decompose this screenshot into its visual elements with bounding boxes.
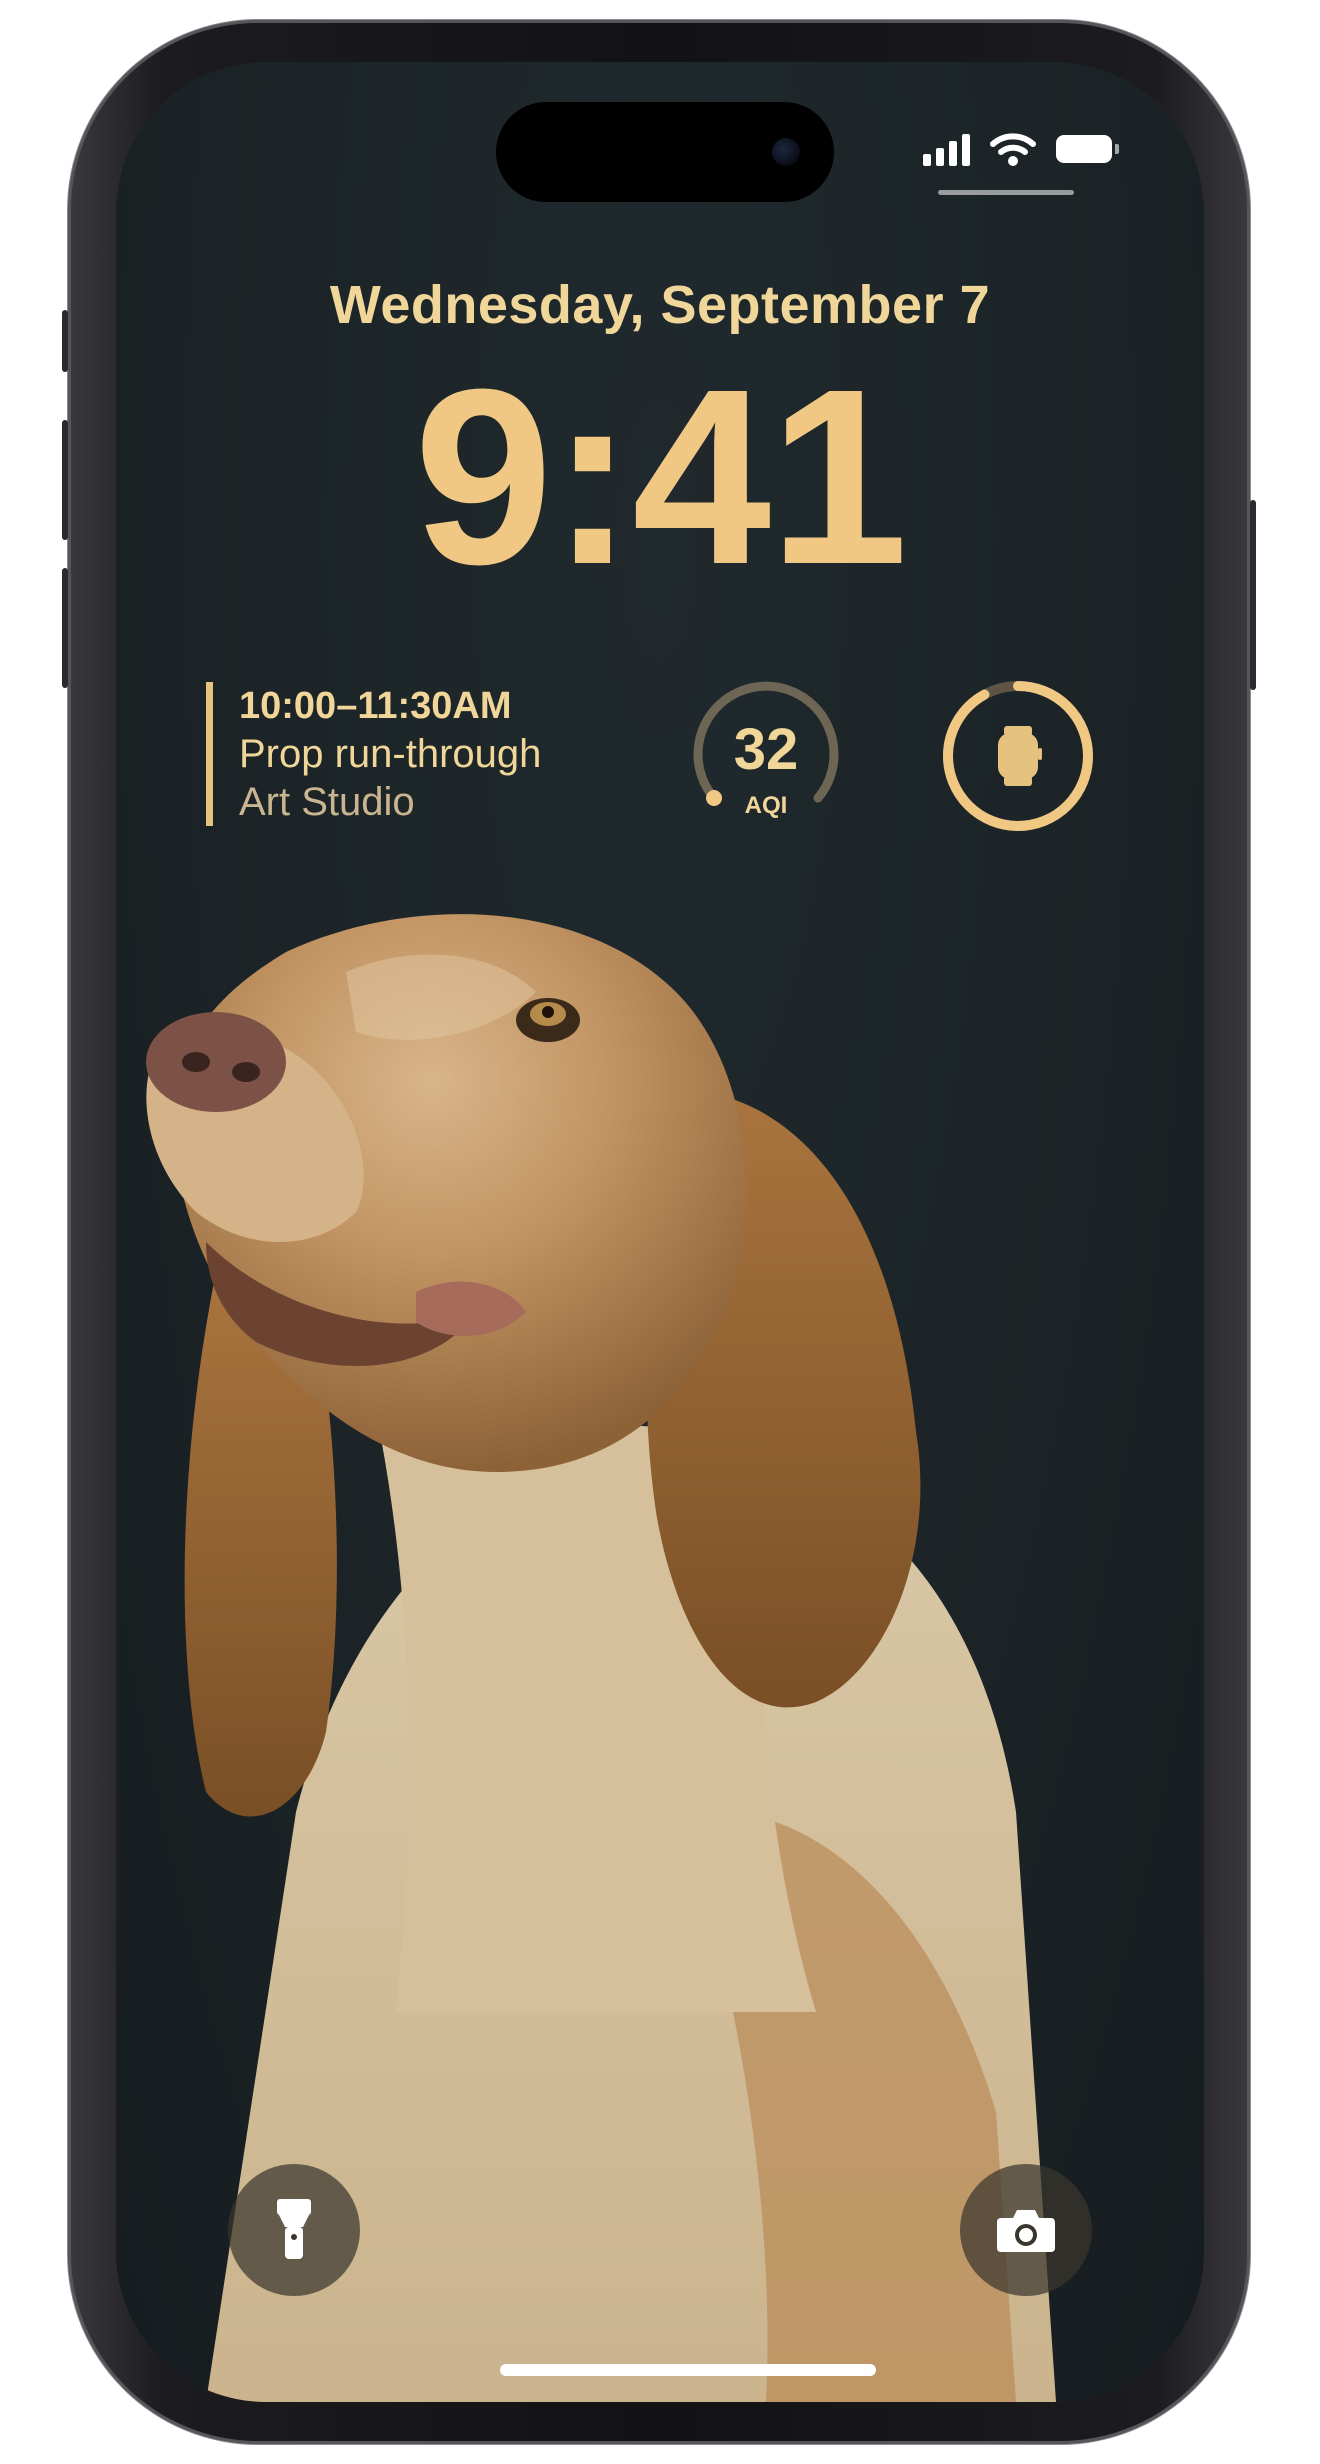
air-quality-widget[interactable]: 32 AQI <box>686 676 846 836</box>
apple-watch-icon <box>998 726 1042 786</box>
cellular-signal-icon <box>923 132 970 166</box>
dynamic-island <box>496 102 834 202</box>
aqi-value: 32 <box>733 717 799 782</box>
flashlight-icon <box>277 2199 311 2259</box>
aqi-label: AQI <box>744 792 788 819</box>
event-title: Prop run-through <box>239 732 542 776</box>
lock-date: Wednesday, September 7 <box>329 275 991 335</box>
action-button <box>62 310 68 372</box>
side-button <box>1250 500 1256 690</box>
home-indicator[interactable] <box>500 2364 876 2376</box>
lock-screen: Wednesday, September 7 9:41 10:00–11:30A… <box>116 62 1204 2402</box>
control-center-hint[interactable] <box>938 190 1074 195</box>
camera-icon <box>997 2210 1055 2252</box>
flashlight-button[interactable] <box>228 2164 360 2296</box>
front-camera <box>772 138 800 166</box>
volume-down-button <box>62 568 68 688</box>
camera-button[interactable] <box>960 2164 1092 2296</box>
status-bar <box>923 132 1119 166</box>
volume-up-button <box>62 420 68 540</box>
wifi-icon <box>990 133 1036 166</box>
calendar-widget[interactable]: 10:00–11:30AM Prop run-through Art Studi… <box>206 682 541 826</box>
watch-battery-widget[interactable] <box>938 676 1098 836</box>
event-time: 10:00–11:30AM <box>239 685 512 727</box>
lock-time: 9:41 <box>413 337 908 616</box>
battery-icon <box>1056 135 1119 163</box>
event-location: Art Studio <box>239 780 415 824</box>
